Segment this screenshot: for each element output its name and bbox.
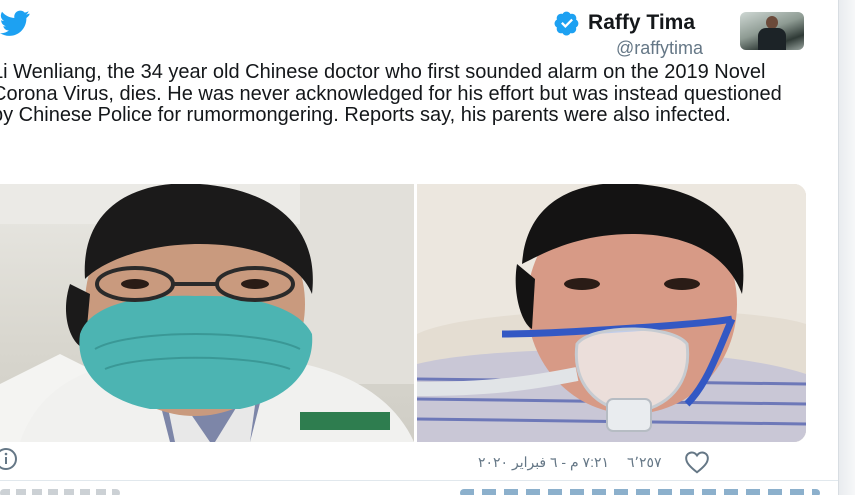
next-tweet-preview-left [0,489,120,495]
info-icon[interactable] [0,447,18,471]
tweet-timestamp[interactable]: ٧:٢١ م - ٦ فبراير ٢٠٢٠ [478,454,609,471]
next-tweet-preview-right [460,489,820,495]
twitter-bird-icon[interactable] [0,10,30,36]
doctor-with-oxygen-mask-photo[interactable] [417,184,806,442]
like-count[interactable]: ٦٬٢٥٧ [627,454,662,471]
heart-icon[interactable] [684,450,710,474]
tweet-card: Raffy Tima @raffytima Li Wenliang, the 3… [0,0,838,495]
doctor-in-mask-illustration [0,184,414,442]
avatar-body [758,28,786,50]
tweet-media[interactable] [0,184,806,442]
doctor-with-oxygen-mask-illustration [417,184,806,442]
footer-divider [0,480,838,481]
next-tweet-preview [0,485,838,495]
doctor-in-mask-photo[interactable] [0,184,414,442]
author-block[interactable]: Raffy Tima @raffytima [554,10,703,59]
tweet-footer: ٧:٢١ م - ٦ فبراير ٢٠٢٠ ٦٬٢٥٧ [478,450,710,474]
verified-badge-icon [554,11,579,36]
tweet-text: Li Wenliang, the 34 year old Chinese doc… [0,61,782,127]
page-edge [838,0,855,495]
avatar[interactable] [740,12,804,50]
author-handle[interactable]: @raffytima [616,38,703,59]
author-display-name[interactable]: Raffy Tima [588,11,695,35]
